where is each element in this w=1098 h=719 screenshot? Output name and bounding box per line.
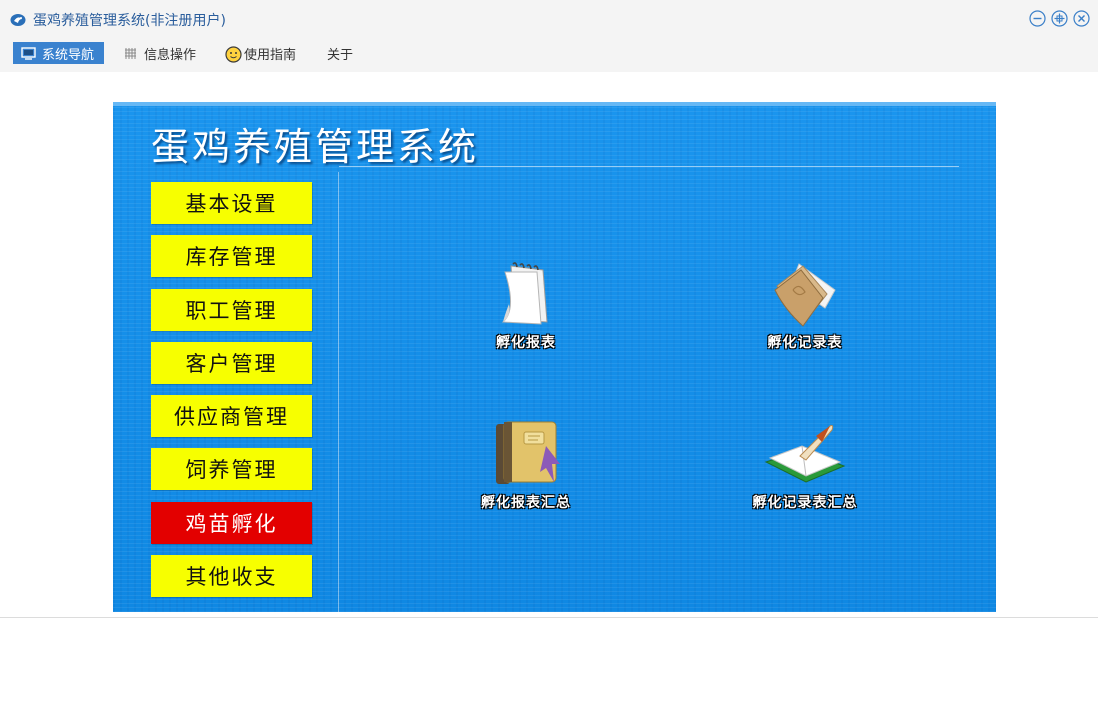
- close-button[interactable]: [1073, 10, 1090, 27]
- menu-label: 关于: [327, 47, 354, 63]
- app-logo-icon: [10, 12, 26, 26]
- folder-icon: [774, 263, 836, 327]
- menu-label: 使用指南: [244, 47, 297, 63]
- nav-other-income-expense-button[interactable]: 其他收支: [151, 555, 312, 597]
- nav-label: 其他收支: [185, 565, 278, 589]
- nav-feeding-button[interactable]: 饲养管理: [151, 448, 312, 490]
- open-book-quill-icon: [764, 425, 846, 483]
- maximize-button[interactable]: [1051, 10, 1068, 27]
- grid-icon: [123, 46, 138, 61]
- report-hatching-report[interactable]: 孵化报表: [456, 260, 596, 352]
- window-title: 蛋鸡养殖管理系统(非注册用户): [33, 13, 226, 29]
- nav-label: 供应商管理: [174, 405, 289, 429]
- app-window: 蛋鸡养殖管理系统(非注册用户) 系统导航 信息操作 使用指南 关于 蛋鸡养殖管理…: [0, 0, 1098, 618]
- report-label: 孵化报表汇总: [481, 495, 571, 511]
- divider: [339, 166, 959, 167]
- menu-info-operation[interactable]: 信息操作: [123, 42, 196, 64]
- menu-about[interactable]: 关于: [327, 42, 353, 64]
- close-icon: [1073, 10, 1090, 27]
- menu-user-guide[interactable]: 使用指南: [225, 42, 296, 64]
- report-label: 孵化记录表汇总: [752, 495, 858, 511]
- divider: [338, 172, 339, 612]
- report-hatching-report-summary[interactable]: 孵化报表汇总: [456, 420, 596, 512]
- report-hatching-record[interactable]: 孵化记录表: [735, 260, 875, 352]
- nav-label: 饲养管理: [185, 458, 278, 482]
- nav-hatching-button[interactable]: 鸡苗孵化: [151, 502, 312, 544]
- nav-supplier-button[interactable]: 供应商管理: [151, 395, 312, 437]
- nav-label: 客户管理: [185, 352, 278, 376]
- nav-label: 鸡苗孵化: [185, 512, 278, 536]
- minimize-button[interactable]: [1029, 10, 1046, 27]
- report-label: 孵化报表: [496, 335, 556, 351]
- menu-system-navigation[interactable]: 系统导航: [13, 42, 104, 64]
- nav-customer-button[interactable]: 客户管理: [151, 342, 312, 384]
- maximize-icon: [1051, 10, 1068, 27]
- panel-top-border: [113, 102, 996, 106]
- nav-inventory-button[interactable]: 库存管理: [151, 235, 312, 277]
- report-label: 孵化记录表: [767, 335, 843, 351]
- nav-basic-settings-button[interactable]: 基本设置: [151, 182, 312, 224]
- main-panel: 蛋鸡养殖管理系统 基本设置 库存管理 职工管理 客户管理 供应商管理 饲养管理 …: [113, 102, 996, 612]
- notebook-icon: [496, 421, 560, 484]
- banner-title: 蛋鸡养殖管理系统: [151, 125, 480, 169]
- minimize-icon: [1029, 10, 1046, 27]
- nav-staff-button[interactable]: 职工管理: [151, 289, 312, 331]
- notepad-icon: [501, 262, 548, 325]
- report-hatching-record-summary[interactable]: 孵化记录表汇总: [735, 420, 875, 512]
- monitor-icon: [21, 46, 36, 61]
- nav-label: 职工管理: [185, 299, 278, 323]
- smiley-icon: [225, 45, 242, 63]
- menu-label: 信息操作: [144, 47, 197, 63]
- nav-label: 库存管理: [185, 245, 278, 269]
- nav-label: 基本设置: [185, 192, 278, 216]
- menu-label: 系统导航: [42, 47, 95, 63]
- menu-bar: 系统导航 信息操作 使用指南 关于: [0, 38, 1098, 72]
- title-bar: 蛋鸡养殖管理系统(非注册用户): [0, 0, 1098, 38]
